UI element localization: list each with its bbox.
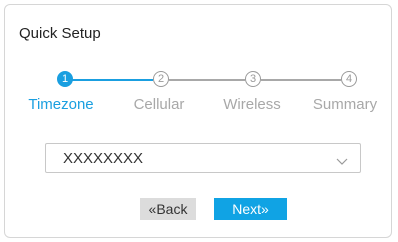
- step-connector-2: [169, 79, 245, 81]
- timezone-select[interactable]: XXXXXXXX: [45, 143, 361, 173]
- quick-setup-panel: Quick Setup 1 2 3 4 Timezone Cellular Wi…: [4, 4, 392, 238]
- step-label-summary: Summary: [312, 96, 378, 113]
- step-number-summary: 4: [341, 71, 357, 87]
- step-label-timezone: Timezone: [28, 96, 94, 113]
- page-title: Quick Setup: [19, 25, 101, 42]
- step-connector-1: [71, 79, 153, 81]
- step-number-cellular: 2: [153, 71, 169, 87]
- step-label-cellular: Cellular: [133, 96, 185, 113]
- timezone-select-value: XXXXXXXX: [63, 150, 144, 167]
- next-button[interactable]: Next»: [214, 198, 287, 220]
- step-number-timezone: 1: [57, 71, 73, 87]
- step-label-wireless: Wireless: [223, 96, 281, 113]
- setup-stepper: 1 2 3 4 Timezone Cellular Wireless Summa…: [5, 71, 393, 116]
- chevron-down-icon: [336, 153, 348, 171]
- step-number-wireless: 3: [245, 71, 261, 87]
- step-connector-3: [261, 79, 341, 81]
- back-button[interactable]: «Back: [140, 198, 196, 220]
